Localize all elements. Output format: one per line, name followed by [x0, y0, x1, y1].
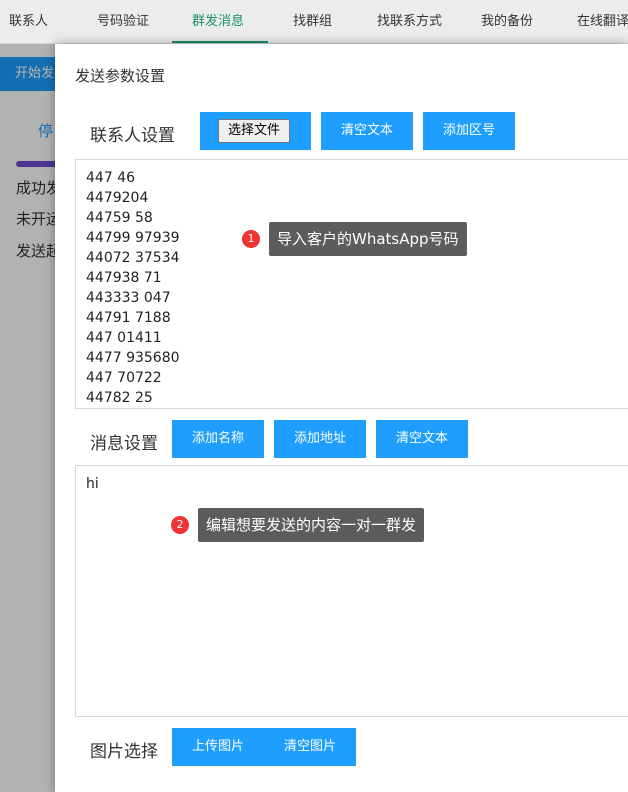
nav-tab-number-verify[interactable]: 号码验证	[97, 0, 149, 44]
clear-contacts-text-button[interactable]: 清空文本	[321, 112, 413, 150]
phone-number: 447 01411	[86, 330, 162, 346]
add-area-code-button[interactable]: 添加区号	[423, 112, 515, 150]
phone-number: 44791 7188	[86, 310, 171, 326]
nav-tab-my-backup[interactable]: 我的备份	[481, 0, 533, 44]
callout-number-badge: 2	[171, 516, 189, 534]
phone-number-list: 447 46 4479204 44759 58 44799 97939 4407…	[86, 168, 180, 408]
top-nav: 联系人 号码验证 群发消息 找群组 找联系方式 我的备份 在线翻译	[0, 0, 628, 44]
callout-number-badge: 1	[242, 230, 260, 248]
add-address-button[interactable]: 添加地址	[274, 420, 366, 458]
phone-number: 447938 71	[86, 270, 162, 286]
message-settings-label: 消息设置	[90, 434, 158, 454]
message-textarea[interactable]: hi	[75, 465, 628, 717]
nav-tab-find-contacts[interactable]: 找联系方式	[377, 0, 442, 44]
contacts-settings-label: 联系人设置	[90, 126, 175, 146]
send-settings-dialog: 发送参数设置 联系人设置 选择文件 清空文本 添加区号 447 46 44792…	[55, 44, 628, 792]
phone-number: 44782 25	[86, 390, 153, 406]
choose-file-button[interactable]: 选择文件	[218, 119, 290, 143]
phone-number: 443333 047	[86, 290, 171, 306]
add-name-button[interactable]: 添加名称	[172, 420, 264, 458]
phone-number: 44759 58	[86, 210, 153, 226]
phone-number: 44072 37534	[86, 250, 180, 266]
callout-import-numbers: 1 导入客户的WhatsApp号码	[242, 222, 467, 256]
clear-message-text-button[interactable]: 清空文本	[376, 420, 468, 458]
upload-image-button[interactable]: 上传图片	[172, 728, 264, 766]
contacts-textarea[interactable]: 447 46 4479204 44759 58 44799 97939 4407…	[75, 159, 628, 409]
phone-number: 447 46	[86, 170, 135, 186]
message-content: hi	[86, 476, 99, 492]
callout-tooltip: 编辑想要发送的内容一对一群发	[198, 508, 425, 542]
nav-tab-online-translate[interactable]: 在线翻译	[577, 0, 628, 44]
phone-number: 4477 935680	[86, 350, 180, 366]
callout-tooltip: 导入客户的WhatsApp号码	[269, 222, 467, 256]
phone-number: 44799 97939	[86, 230, 180, 246]
nav-tab-bulk-message[interactable]: 群发消息	[192, 0, 244, 44]
phone-number: 4479204	[86, 190, 149, 206]
nav-tab-find-groups[interactable]: 找群组	[293, 0, 332, 44]
image-select-label: 图片选择	[90, 742, 158, 762]
callout-edit-message: 2 编辑想要发送的内容一对一群发	[171, 508, 425, 542]
nav-tab-contacts[interactable]: 联系人	[9, 0, 48, 44]
clear-image-button[interactable]: 清空图片	[264, 728, 356, 766]
nav-active-indicator	[172, 41, 268, 43]
dialog-title: 发送参数设置	[75, 67, 166, 85]
phone-number: 447 70722	[86, 370, 162, 386]
